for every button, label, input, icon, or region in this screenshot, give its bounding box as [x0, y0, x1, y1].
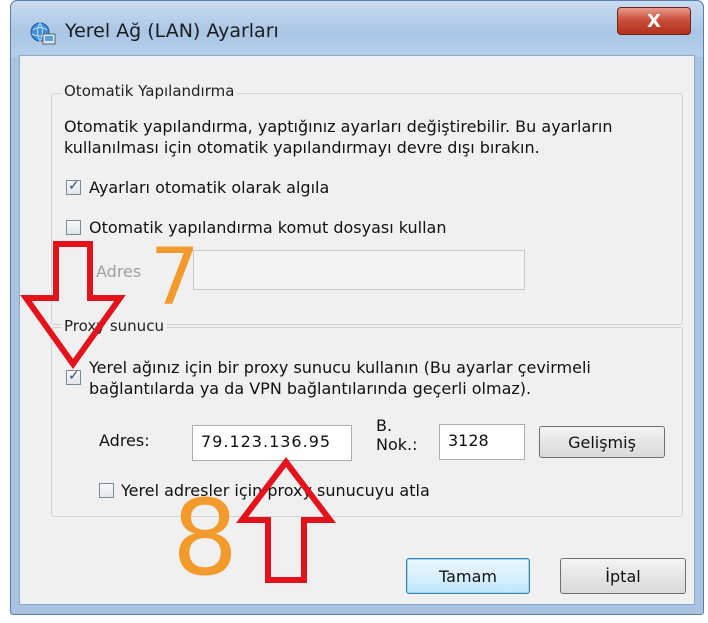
proxy-port-input[interactable]: 3128 [439, 424, 525, 460]
ok-button[interactable]: Tamam [406, 558, 530, 594]
auto-detect-checkbox[interactable]: ✓ [66, 178, 81, 195]
auto-config-legend: Otomatik Yapılandırma [61, 82, 238, 100]
close-button[interactable]: X [617, 7, 691, 35]
use-proxy-label-line1[interactable]: Yerel ağınız için bir proxy sunucu kulla… [89, 357, 591, 378]
auto-script-label[interactable]: Otomatik yapılandırma komut dosyası kull… [89, 217, 447, 238]
use-proxy-label-line2[interactable]: bağlantılarda ya da VPN bağlantılarında … [89, 378, 531, 399]
step-8-number: 8 [172, 477, 239, 599]
proxy-address-input[interactable]: 79.123.136.95 [192, 425, 352, 461]
port-label-line1: B. [376, 416, 393, 435]
auto-config-description: Otomatik yapılandırma, yaptığınız ayarla… [64, 117, 613, 157]
advanced-button[interactable]: Gelişmiş [539, 426, 665, 458]
cancel-button[interactable]: İptal [560, 558, 686, 594]
network-globe-icon [29, 21, 57, 47]
close-icon: X [647, 10, 661, 32]
auto-script-address-input[interactable] [193, 250, 525, 290]
use-proxy-checkbox[interactable]: ✓ [66, 368, 81, 385]
bypass-local-checkbox[interactable] [99, 483, 114, 498]
title-bar[interactable]: Yerel Ağ (LAN) Ayarları X [11, 1, 703, 57]
proxy-address-label: Adres: [99, 431, 150, 450]
checkmark-icon: ✓ [68, 178, 80, 194]
window-title: Yerel Ağ (LAN) Ayarları [65, 20, 279, 42]
step-7-number: 7 [150, 233, 200, 323]
down-arrow-annotation [20, 241, 126, 370]
auto-detect-label[interactable]: Ayarları otomatik olarak algıla [89, 177, 329, 198]
checkmark-icon: ✓ [68, 368, 80, 384]
auto-script-checkbox[interactable] [66, 220, 81, 235]
up-arrow-annotation [235, 457, 337, 583]
port-label-line2: Nok.: [376, 435, 418, 454]
